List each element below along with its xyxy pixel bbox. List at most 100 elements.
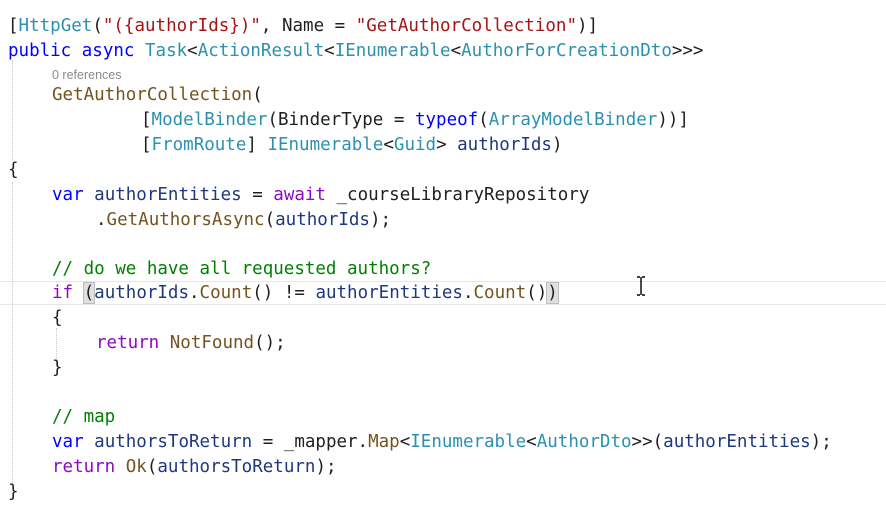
token: [ [141, 110, 152, 130]
keyword-public: public [8, 41, 72, 61]
comment: // map [52, 407, 116, 427]
keyword-return: return [52, 457, 116, 477]
variable-author-entities: authorEntities [315, 283, 463, 303]
ibeam-cursor-icon [637, 276, 645, 296]
type-ienumerable: IEnumerable [267, 135, 384, 155]
code-line-7: var authorEntities = await _courseLibrar… [52, 183, 589, 207]
token: . [189, 283, 200, 303]
method-not-found: NotFound [169, 333, 255, 353]
bracket-match-open: ( [82, 282, 96, 304]
code-line-5: [FromRoute] IEnumerable<Guid> authorIds) [141, 133, 563, 157]
token: , Name = [260, 16, 356, 36]
code-line-1: [HttpGet("({authorIds})", Name = "GetAut… [8, 14, 598, 38]
open-brace: { [8, 160, 19, 180]
keyword-await: await [273, 185, 326, 205]
token: >>> [671, 41, 704, 61]
token: < [383, 135, 394, 155]
token: ] [246, 135, 268, 155]
code-line-19: } [8, 480, 19, 504]
close-brace: } [8, 482, 19, 502]
token: (); [254, 333, 286, 353]
code-line-14: } [52, 356, 63, 380]
token: = [241, 185, 274, 205]
method-ok: Ok [125, 457, 147, 477]
type-ienumerable: IEnumerable [410, 432, 527, 452]
method-count: Count [473, 283, 527, 303]
token: = _mapper. [252, 432, 369, 452]
keyword-var: var [52, 432, 84, 452]
route-name-string: "GetAuthorCollection" [355, 16, 577, 36]
comment: // do we have all requested authors? [52, 259, 432, 279]
codelens-references[interactable]: 0 references [52, 66, 121, 84]
bracket-match-close: ) [546, 282, 559, 304]
code-line-2: public async Task<ActionResult<IEnumerab… [8, 39, 703, 63]
token: ))] [657, 110, 689, 130]
token: >>( [631, 432, 664, 452]
local-authors-to-return: authorsToReturn [94, 432, 253, 452]
parameter-author-ids: authorIds [457, 135, 552, 155]
code-line-3: GetAuthorCollection( [52, 83, 263, 107]
argument-author-ids: authorIds [275, 210, 370, 230]
keyword-typeof: typeof [414, 110, 479, 130]
close-brace: } [52, 358, 63, 378]
code-line-13: return NotFound(); [96, 331, 286, 355]
code-line-17: var authorsToReturn = _mapper.Map<IEnume… [52, 430, 832, 454]
method-map: Map [368, 432, 400, 452]
token: ); [369, 210, 392, 230]
attribute-httpget: HttpGet [18, 16, 93, 36]
type-author-dto: AuthorDto [536, 432, 632, 452]
argument-authors-to-return: authorsToReturn [157, 457, 316, 477]
method-get-authors-async: GetAuthorsAsync [106, 210, 265, 230]
type-author-for-creation-dto: AuthorForCreationDto [461, 41, 672, 61]
type-array-model-binder: ArrayModelBinder [488, 110, 658, 130]
keyword-var: var [52, 185, 84, 205]
indent-guide [12, 60, 13, 160]
token: . [462, 283, 474, 303]
token: ( [264, 210, 276, 230]
argument-author-entities: authorEntities [663, 432, 811, 452]
token: [ [141, 135, 152, 155]
route-string: "({authorIds})" [102, 16, 261, 36]
method-count: Count [199, 283, 253, 303]
token: ( [252, 85, 263, 105]
keyword-return: return [96, 333, 160, 353]
token: (BinderType = [267, 110, 415, 130]
token: < [399, 432, 411, 452]
token: < [450, 41, 462, 61]
code-line-11: if (authorIds.Count() != authorEntities.… [52, 281, 559, 305]
token: < [324, 41, 335, 61]
field-repository: _courseLibraryRepository [325, 185, 590, 205]
open-brace: { [52, 308, 63, 328]
keyword-async: async [81, 41, 135, 61]
type-actionresult: ActionResult [197, 41, 325, 61]
token: ); [810, 432, 832, 452]
token: () != [252, 283, 316, 303]
token: ( [146, 457, 158, 477]
code-line-16: // map [52, 405, 115, 429]
token: () [526, 283, 548, 303]
token: ); [315, 457, 337, 477]
code-line-10: // do we have all requested authors? [52, 257, 431, 281]
code-line-6: { [8, 158, 19, 182]
token: [ [8, 16, 19, 36]
indent-guide [12, 182, 13, 484]
code-line-12: { [52, 306, 63, 330]
code-line-18: return Ok(authorsToReturn); [52, 455, 337, 479]
token: < [187, 41, 198, 61]
token: )] [577, 16, 599, 36]
code-editor[interactable]: [HttpGet("({authorIds})", Name = "GetAut… [0, 0, 886, 509]
token: ( [478, 110, 489, 130]
attribute-fromroute: FromRoute [151, 135, 247, 155]
method-name: GetAuthorCollection [52, 85, 253, 105]
code-line-8: .GetAuthorsAsync(authorIds); [96, 208, 391, 232]
type-task: Task [145, 41, 188, 61]
keyword-if: if [52, 283, 74, 303]
type-ienumerable: IEnumerable [334, 41, 451, 61]
variable-author-ids: authorIds [94, 283, 189, 303]
code-line-4: [ModelBinder(BinderType = typeof(ArrayMo… [141, 108, 689, 132]
token: ( [92, 16, 103, 36]
token: > [436, 135, 458, 155]
type-guid: Guid [393, 135, 437, 155]
token: ) [551, 135, 563, 155]
attribute-modelbinder: ModelBinder [151, 110, 268, 130]
